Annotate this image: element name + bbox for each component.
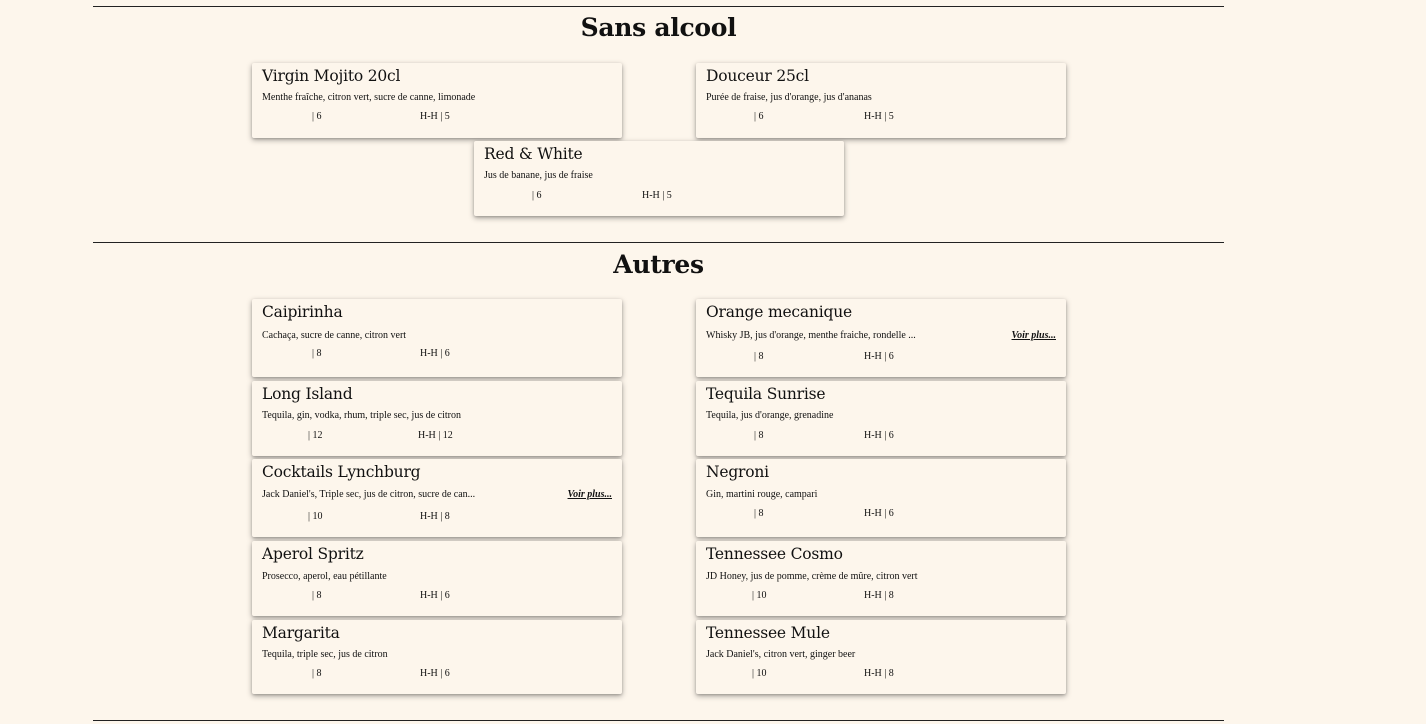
section-divider [93, 720, 1224, 721]
item-name: Tennessee Cosmo [706, 545, 843, 563]
menu-item-card[interactable]: Orange mecanique Whisky JB, jus d'orange… [696, 299, 1066, 377]
section-divider [93, 6, 1224, 7]
item-happy-hour-price: H-H | 6 [420, 348, 450, 359]
item-name: Aperol Spritz [262, 545, 364, 563]
item-happy-hour-price: H-H | 8 [864, 590, 894, 601]
item-description: Tequila, jus d'orange, grenadine [706, 410, 834, 421]
item-price: | 8 [754, 351, 764, 362]
section-title: Sans alcool [580, 13, 737, 42]
menu-item-card[interactable]: Red & White Jus de banane, jus de fraise… [474, 141, 844, 216]
item-happy-hour-price: H-H | 6 [864, 508, 894, 519]
item-name: Orange mecanique [706, 303, 852, 321]
item-happy-hour-price: H-H | 8 [864, 668, 894, 679]
item-description: Jus de banane, jus de fraise [484, 170, 593, 181]
item-description: Tequila, gin, vodka, rhum, triple sec, j… [262, 410, 461, 421]
item-description: Menthe fraîche, citron vert, sucre de ca… [262, 92, 476, 103]
item-price: | 8 [312, 668, 322, 679]
see-more-link[interactable]: Voir plus... [568, 489, 612, 501]
item-name: Red & White [484, 145, 583, 163]
item-happy-hour-price: H-H | 8 [420, 511, 450, 522]
item-name: Long Island [262, 385, 353, 403]
menu-item-card[interactable]: Tennessee Mule Jack Daniel's, citron ver… [696, 620, 1066, 694]
item-price: | 6 [312, 111, 322, 122]
item-price: | 6 [754, 111, 764, 122]
item-price: | 6 [532, 190, 542, 201]
item-name: Negroni [706, 463, 769, 481]
menu-item-card[interactable]: Cocktails Lynchburg Jack Daniel's, Tripl… [252, 459, 622, 537]
menu-item-card[interactable]: Tequila Sunrise Tequila, jus d'orange, g… [696, 381, 1066, 456]
see-more-link[interactable]: Voir plus... [1012, 330, 1056, 342]
item-description: Jack Daniel's, citron vert, ginger beer [706, 649, 856, 660]
menu-item-card[interactable]: Tennessee Cosmo JD Honey, jus de pomme, … [696, 541, 1066, 616]
item-price: | 10 [752, 668, 767, 679]
item-happy-hour-price: H-H | 6 [420, 590, 450, 601]
item-description: Cachaça, sucre de canne, citron vert [262, 330, 407, 341]
item-name: Tequila Sunrise [706, 385, 826, 403]
menu-item-card[interactable]: Long Island Tequila, gin, vodka, rhum, t… [252, 381, 622, 456]
menu-item-card[interactable]: Margarita Tequila, triple sec, jus de ci… [252, 620, 622, 694]
item-price: | 10 [752, 590, 767, 601]
item-price: | 12 [308, 430, 323, 441]
item-description: Gin, martini rouge, campari [706, 489, 818, 500]
item-happy-hour-price: H-H | 5 [864, 111, 894, 122]
menu-item-card[interactable]: Virgin Mojito 20cl Menthe fraîche, citro… [252, 63, 622, 138]
item-happy-hour-price: H-H | 12 [418, 430, 453, 441]
section-title: Autres [613, 250, 704, 279]
menu-item-card[interactable]: Negroni Gin, martini rouge, campari | 8 … [696, 459, 1066, 537]
item-description: Jack Daniel's, Triple sec, jus de citron… [262, 489, 476, 500]
item-name: Virgin Mojito 20cl [262, 67, 401, 85]
item-description: JD Honey, jus de pomme, crème de mûre, c… [706, 571, 918, 582]
item-name: Margarita [262, 624, 340, 642]
menu-item-card[interactable]: Aperol Spritz Prosecco, aperol, eau péti… [252, 541, 622, 616]
item-name: Cocktails Lynchburg [262, 463, 421, 481]
item-price: | 8 [312, 348, 322, 359]
section-divider [93, 242, 1224, 243]
item-name: Douceur 25cl [706, 67, 809, 85]
item-price: | 8 [312, 590, 322, 601]
item-description: Whisky JB, jus d'orange, menthe fraiche,… [706, 330, 916, 341]
item-description: Tequila, triple sec, jus de citron [262, 649, 388, 660]
item-happy-hour-price: H-H | 6 [864, 430, 894, 441]
item-price: | 10 [308, 511, 323, 522]
item-description: Prosecco, aperol, eau pétillante [262, 571, 387, 582]
item-happy-hour-price: H-H | 6 [864, 351, 894, 362]
item-happy-hour-price: H-H | 6 [420, 668, 450, 679]
item-name: Tennessee Mule [706, 624, 830, 642]
item-happy-hour-price: H-H | 5 [642, 190, 672, 201]
item-price: | 8 [754, 508, 764, 519]
item-happy-hour-price: H-H | 5 [420, 111, 450, 122]
item-description: Purée de fraise, jus d'orange, jus d'ana… [706, 92, 872, 103]
item-name: Caipirinha [262, 303, 343, 321]
menu-item-card[interactable]: Douceur 25cl Purée de fraise, jus d'oran… [696, 63, 1066, 138]
menu-item-card[interactable]: Caipirinha Cachaça, sucre de canne, citr… [252, 299, 622, 377]
item-price: | 8 [754, 430, 764, 441]
